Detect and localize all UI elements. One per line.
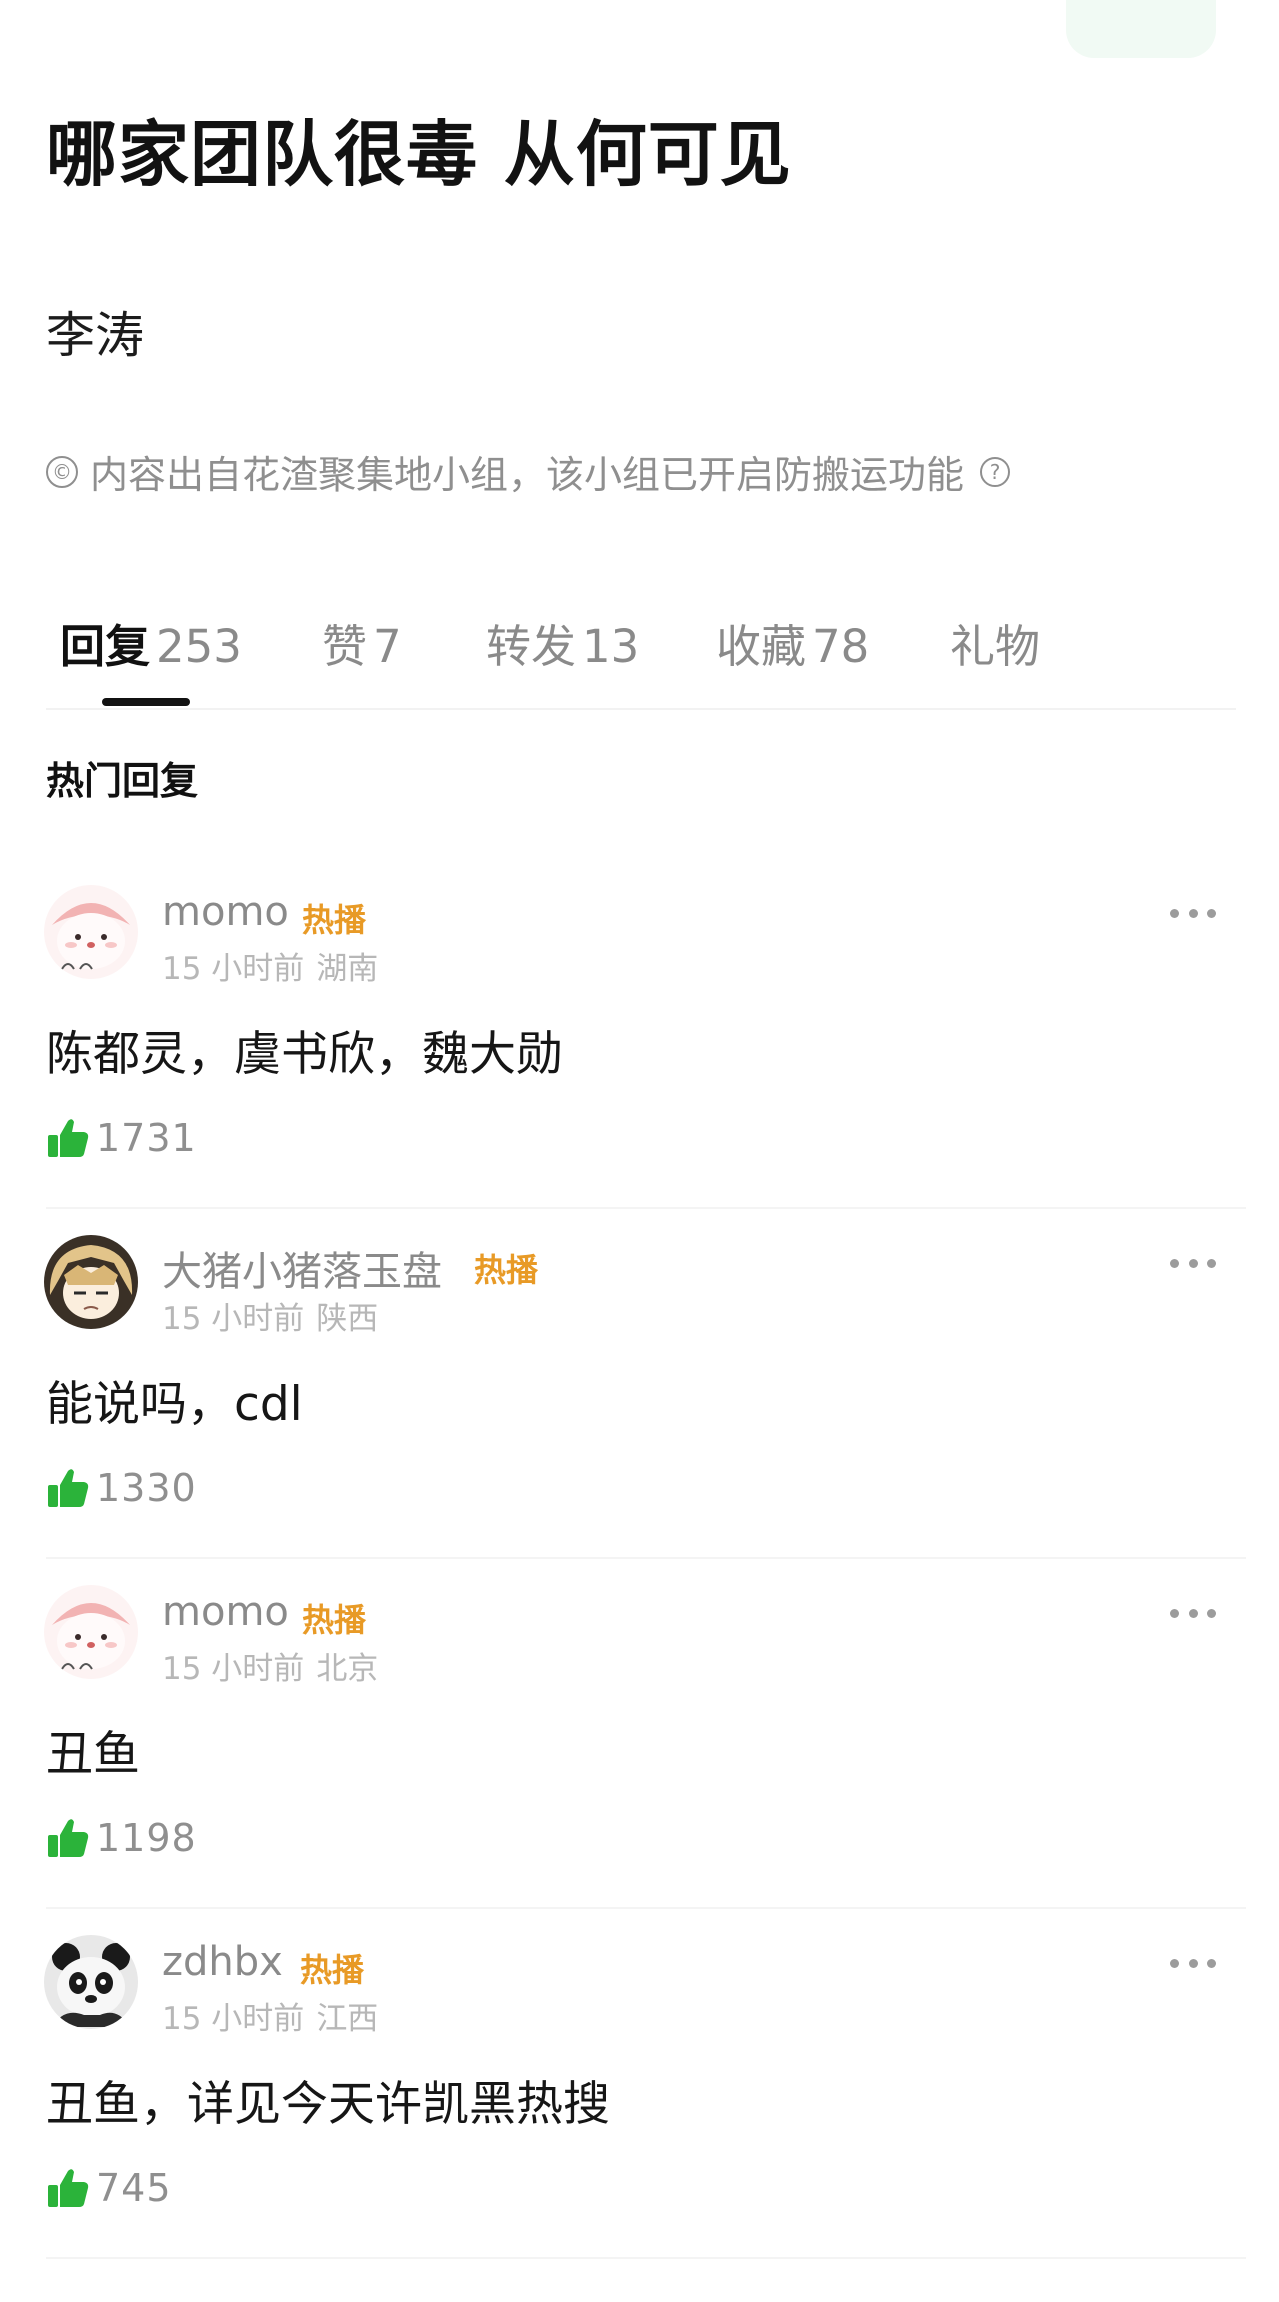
tab-reposts-count: 13 xyxy=(582,620,640,673)
like-button[interactable]: 1330 xyxy=(46,1463,197,1513)
avatar[interactable] xyxy=(44,885,138,979)
comment-location: 湖南 xyxy=(316,951,379,987)
comment-divider xyxy=(46,1907,1246,1909)
avatar[interactable] xyxy=(44,1585,138,1679)
like-count: 1198 xyxy=(96,1816,197,1860)
post-title: 哪家团队很毒 从何可见 xyxy=(46,113,792,196)
top-button-remnant xyxy=(1066,0,1216,58)
tab-replies-label: 回复 xyxy=(60,620,151,673)
like-count: 1731 xyxy=(96,1116,197,1160)
comment-username[interactable]: zdhbx xyxy=(162,1939,283,1985)
tabs-divider xyxy=(46,708,1236,710)
active-tab-indicator xyxy=(102,698,190,706)
comment-time: 15 小时前 xyxy=(162,1651,305,1687)
comment-time: 15 小时前 xyxy=(162,2001,305,2037)
interaction-tabs: 回复 253 赞7 转发 13 收藏 78 礼物 xyxy=(46,610,1236,710)
comment-location: 陕西 xyxy=(316,1301,379,1337)
tab-gifts-label: 礼物 xyxy=(950,620,1041,673)
anti-repost-notice: © 内容出自花渣聚集地小组，该小组已开启防搬运功能 ? xyxy=(46,444,1011,499)
tab-favorites-count: 78 xyxy=(812,620,870,673)
hot-badge: 热播 xyxy=(300,1951,365,1989)
tab-replies-count: 253 xyxy=(156,620,242,673)
comment-text: 丑鱼 xyxy=(46,1727,140,1782)
like-count: 745 xyxy=(96,2166,172,2210)
hot-badge: 热播 xyxy=(302,901,367,939)
comment-item: momo 热播 15 小时前 湖南 陈都灵，虞书欣，魏大勋 1731 xyxy=(0,885,1279,1235)
tab-gifts[interactable]: 礼物 xyxy=(950,610,1040,675)
comment-username[interactable]: momo xyxy=(162,889,289,935)
like-button[interactable]: 745 xyxy=(46,2163,172,2213)
thumbs-up-icon xyxy=(48,1819,89,1857)
copyright-icon: © xyxy=(46,455,78,488)
tab-likes-count: 7 xyxy=(373,620,402,673)
comment-meta: 15 小时前 陕西 xyxy=(162,1293,378,1338)
more-options-icon[interactable] xyxy=(1170,1253,1216,1273)
thumbs-up-icon xyxy=(48,2169,89,2207)
thumbs-up-icon xyxy=(48,1469,89,1507)
comment-meta: 15 小时前 江西 xyxy=(162,1993,378,2038)
post-author[interactable]: 李涛 xyxy=(46,296,144,367)
comment-time: 15 小时前 xyxy=(162,1301,305,1337)
notice-text: 内容出自花渣聚集地小组，该小组已开启防搬运功能 xyxy=(90,453,965,497)
comment-text: 陈都灵，虞书欣，魏大勋 xyxy=(46,1027,563,1082)
tab-likes-label: 赞 xyxy=(322,620,368,673)
more-options-icon[interactable] xyxy=(1170,1953,1216,1973)
tab-replies[interactable]: 回复 253 xyxy=(60,610,242,675)
more-options-icon[interactable] xyxy=(1170,1603,1216,1623)
avatar[interactable] xyxy=(44,1935,138,2029)
like-button[interactable]: 1198 xyxy=(46,1813,197,1863)
hot-badge: 热播 xyxy=(474,1251,539,1289)
comment-time: 15 小时前 xyxy=(162,951,305,987)
comment-text: 丑鱼，详见今天许凯黑热搜 xyxy=(46,2077,610,2132)
tab-favorites-label: 收藏 xyxy=(716,620,807,673)
comment-divider xyxy=(46,1207,1246,1209)
tab-favorites[interactable]: 收藏 78 xyxy=(716,610,869,675)
comment-divider xyxy=(46,2257,1246,2259)
comment-text: 能说吗，cdl xyxy=(46,1377,303,1432)
hot-replies-heading: 热门回复 xyxy=(46,759,199,803)
help-icon[interactable]: ? xyxy=(980,456,1011,487)
comment-username[interactable]: momo xyxy=(162,1589,289,1635)
pink-cartoon-avatar-icon xyxy=(44,885,138,979)
tab-reposts[interactable]: 转发 13 xyxy=(486,610,639,675)
tab-reposts-label: 转发 xyxy=(486,620,577,673)
avatar[interactable] xyxy=(44,1235,138,1329)
panda-avatar-icon xyxy=(44,1935,138,2029)
thumbs-up-icon xyxy=(48,1119,89,1157)
comment-divider xyxy=(46,1557,1246,1559)
like-button[interactable]: 1731 xyxy=(46,1113,197,1163)
tab-likes[interactable]: 赞7 xyxy=(322,610,402,675)
comment-item: zdhbx 热播 15 小时前 江西 丑鱼，详见今天许凯黑热搜 745 xyxy=(0,1935,1279,2285)
comment-item: momo 热播 15 小时前 北京 丑鱼 1198 xyxy=(0,1585,1279,1935)
more-options-icon[interactable] xyxy=(1170,903,1216,923)
like-count: 1330 xyxy=(96,1466,197,1510)
anime-blonde-avatar-icon xyxy=(44,1235,138,1329)
comment-location: 北京 xyxy=(316,1651,379,1687)
pink-cartoon-avatar-icon xyxy=(44,1585,138,1679)
comment-location: 江西 xyxy=(316,2001,379,2037)
hot-badge: 热播 xyxy=(302,1601,367,1639)
comment-item: 大猪小猪落玉盘 热播 15 小时前 陕西 能说吗，cdl 1330 xyxy=(0,1235,1279,1585)
comment-meta: 15 小时前 湖南 xyxy=(162,943,378,988)
comment-username[interactable]: 大猪小猪落玉盘 xyxy=(162,1239,442,1297)
comment-meta: 15 小时前 北京 xyxy=(162,1643,378,1688)
